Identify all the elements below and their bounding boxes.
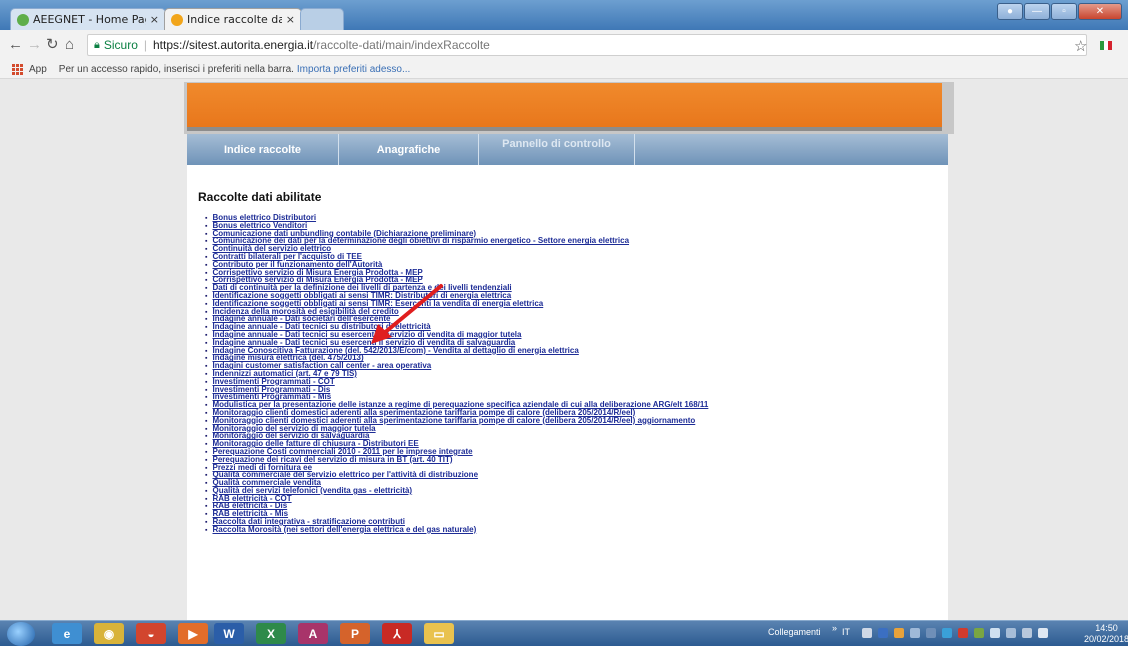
clock-time: 14:50 [1095, 623, 1118, 633]
address-toolbar: ← → ↻ ⌂ 🔒︎ Sicuro | https://sitest.autor… [0, 30, 1128, 61]
aeegnet-favicon-icon [17, 13, 29, 26]
bookmark-star-icon[interactable]: ☆ [1074, 37, 1087, 55]
italy-flag-icon[interactable] [1100, 41, 1112, 50]
browser-title-bar: AEEGNET - Home Page × Indice raccolte da… [0, 0, 1128, 30]
notification-icon[interactable] [990, 628, 1000, 638]
security-icon[interactable] [958, 628, 968, 638]
site-favicon-icon [171, 13, 183, 26]
volume-icon[interactable] [1038, 628, 1048, 638]
nav-anagrafiche[interactable]: Anagrafiche [339, 134, 479, 165]
nav-indice-raccolte[interactable]: Indice raccolte [187, 134, 339, 165]
url-path: /raccolte-dati/main/indexRaccolte [313, 38, 490, 52]
nav-pannello-di-controllo[interactable]: Pannello di controllo [479, 134, 635, 165]
windows-taskbar: e ◉ ◒ ▶ W X A P ⅄ ▭ Collegamenti » IT 14… [0, 620, 1128, 646]
sync-icon[interactable] [974, 628, 984, 638]
language-indicator[interactable]: IT [842, 627, 850, 637]
tray-toolbar-label[interactable]: Collegamenti [768, 627, 821, 637]
clock-date: 20/02/2018 [1084, 634, 1128, 644]
secure-label: Sicuro [103, 38, 138, 52]
data-collection-list: Bonus elettrico DistributoriBonus elettr… [205, 214, 708, 534]
tab-aeegnet-home[interactable]: AEEGNET - Home Page × [10, 8, 166, 30]
minimize-button[interactable]: — [1024, 3, 1050, 20]
forward-arrow-icon[interactable]: → [27, 36, 42, 54]
network-icon[interactable] [942, 628, 952, 638]
outlook-icon[interactable]: ◒ [136, 623, 166, 644]
close-icon[interactable]: × [150, 13, 159, 26]
orange-banner [187, 83, 942, 131]
list-item: Raccolta Morosità (nei settori dell'ener… [205, 525, 708, 534]
maximize-button[interactable]: ▫ [1051, 3, 1077, 20]
main-navigation: Indice raccolte Anagrafiche Pannello di … [187, 134, 948, 165]
tab-indice-raccolte[interactable]: Indice raccolte dati × [164, 8, 302, 30]
divider: | [143, 38, 147, 52]
content-panel: Raccolte dati abilitate Bonus elettrico … [187, 165, 948, 620]
powerpoint-icon[interactable]: P [340, 623, 370, 644]
user-icon[interactable]: ● [997, 3, 1023, 20]
file-explorer-icon[interactable]: ▭ [424, 623, 454, 644]
skype-icon[interactable] [878, 628, 888, 638]
red-pointer-arrow-icon [371, 284, 443, 344]
start-button[interactable] [7, 622, 35, 646]
bookmarks-bar: App Per un accesso rapido, inserisci i p… [0, 60, 1128, 79]
close-window-button[interactable]: ✕ [1078, 3, 1122, 20]
web-page: Indice raccolte Anagrafiche Pannello di … [0, 79, 1128, 620]
acrobat-icon[interactable]: ⅄ [382, 623, 412, 644]
data-collection-link[interactable]: Raccolta Morosità (nei settori dell'ener… [212, 525, 476, 534]
chevron-right-icon[interactable]: » [832, 623, 837, 633]
page-title: Raccolte dati abilitate [198, 190, 322, 204]
system-tray-icons [862, 628, 1048, 638]
close-icon[interactable]: × [286, 13, 295, 26]
word-icon[interactable]: W [214, 623, 244, 644]
import-bookmarks-link[interactable]: Importa preferiti adesso... [297, 64, 410, 75]
internet-explorer-icon[interactable]: e [52, 623, 82, 644]
chrome-icon[interactable]: ◉ [94, 623, 124, 644]
bookmarks-hint: Per un accesso rapido, inserisci i prefe… [58, 63, 294, 75]
back-arrow-icon[interactable]: ← [8, 36, 23, 54]
url-host: https://sitest.autorita.energia.it [153, 38, 314, 52]
tab-label: Indice raccolte dati [187, 13, 282, 26]
system-clock[interactable]: 14:50 20/02/2018 [1084, 623, 1128, 645]
media-player-icon[interactable]: ▶ [178, 623, 208, 644]
tab-label: AEEGNET - Home Page [33, 13, 146, 26]
apps-link[interactable]: App [29, 64, 47, 75]
printer-icon[interactable] [862, 628, 872, 638]
new-tab-button[interactable] [300, 8, 344, 30]
lock-icon: 🔒︎ [94, 38, 100, 51]
address-bar[interactable]: 🔒︎ Sicuro | https://sitest.autorita.ener… [87, 34, 1087, 56]
home-icon[interactable]: ⌂ [65, 36, 74, 54]
calendar-icon[interactable] [910, 628, 920, 638]
apps-grid-icon[interactable] [12, 63, 23, 75]
battery-icon[interactable] [1006, 628, 1016, 638]
app-tray-icon[interactable] [894, 628, 904, 638]
reload-icon[interactable]: ↻ [46, 36, 59, 54]
display-icon[interactable] [1022, 628, 1032, 638]
access-icon[interactable]: A [298, 623, 328, 644]
monitor-icon[interactable] [926, 628, 936, 638]
excel-icon[interactable]: X [256, 623, 286, 644]
window-controls: ● — ▫ ✕ [997, 3, 1122, 20]
